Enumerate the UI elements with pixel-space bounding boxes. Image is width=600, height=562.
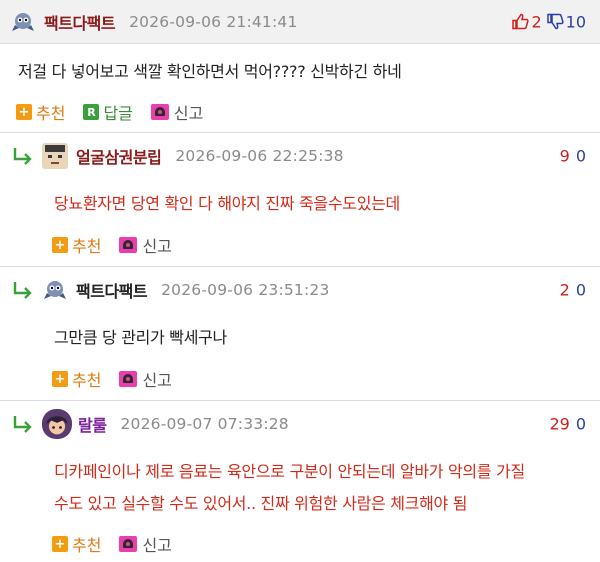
recommend-button[interactable]: + 추천 xyxy=(16,100,65,124)
siren-icon xyxy=(119,237,138,253)
report-button[interactable]: 신고 xyxy=(119,367,172,391)
recommend-button[interactable]: + 추천 xyxy=(52,367,101,391)
reply-header: 얼굴삼권분립 2026-09-06 22:25:38 9 0 xyxy=(0,138,600,174)
upvote-count: 9 xyxy=(559,146,570,166)
reply-date: 2026-09-06 22:25:38 xyxy=(175,147,344,165)
reply-button[interactable]: R 답글 xyxy=(83,100,133,124)
recommend-button[interactable]: + 추천 xyxy=(52,532,101,556)
siren-icon xyxy=(119,371,138,387)
reply-r-icon: R xyxy=(83,104,100,120)
reply-text: 당뇨환자면 당연 확인 다 해야지 진짜 죽을수도있는데 xyxy=(54,194,400,213)
comment-date: 2026-09-06 21:41:41 xyxy=(129,12,298,31)
reply-arrow-icon xyxy=(13,282,32,299)
plus-icon: + xyxy=(16,104,32,120)
reply-nickname[interactable]: 얼굴삼권분립 xyxy=(76,144,162,168)
downvote-count: 0 xyxy=(575,280,586,300)
comment-nickname[interactable]: 팩트다팩트 xyxy=(44,10,116,34)
pixel-avatar-icon[interactable] xyxy=(42,143,68,169)
report-button[interactable]: 신고 xyxy=(150,100,203,124)
reply-text-line-2: 수도 있고 실수할 수도 있어서.. 진짜 위험한 사람은 체크해야 됨 xyxy=(54,494,468,513)
reply-actions: + 추천 신고 xyxy=(52,233,190,257)
downvote-count: 10 xyxy=(565,12,586,31)
siren-icon xyxy=(119,536,138,552)
plus-icon: + xyxy=(52,371,68,387)
reply-date: 2026-09-06 23:51:23 xyxy=(161,281,330,299)
ghost-avatar-icon[interactable] xyxy=(42,277,68,303)
downvote-count: 0 xyxy=(575,414,586,434)
reply-nickname[interactable]: 랄룰 xyxy=(78,412,107,436)
reply-header: 랄룰 2026-09-07 07:33:28 29 0 xyxy=(0,406,600,442)
divider xyxy=(0,132,600,133)
reply-actions: + 추천 신고 xyxy=(52,532,190,556)
upvote-count: 2 xyxy=(531,12,542,31)
character-avatar-icon[interactable] xyxy=(42,409,72,439)
divider xyxy=(0,400,600,401)
vote-counts: 29 0 xyxy=(549,415,586,434)
recommend-button[interactable]: + 추천 xyxy=(52,233,101,257)
reply-arrow-icon xyxy=(13,148,32,165)
upvote-count: 29 xyxy=(549,414,570,434)
reply-actions: + 추천 신고 xyxy=(52,367,190,391)
vote-counts: 9 0 xyxy=(560,147,586,166)
divider xyxy=(0,266,600,267)
reply-text-line-1: 디카페인이나 제로 음료는 육안으로 구분이 안되는데 알바가 악의를 가질 xyxy=(54,462,525,481)
plus-icon: + xyxy=(52,536,68,552)
vote-counts: 2 0 xyxy=(560,281,586,300)
siren-icon xyxy=(150,104,169,120)
report-button[interactable]: 신고 xyxy=(119,532,172,556)
comment-text: 저걸 다 넣어보고 색깔 확인하면서 먹어???? 신박하긴 하네 xyxy=(18,62,402,81)
reply-header: 팩트다팩트 2026-09-06 23:51:23 2 0 xyxy=(0,272,600,308)
upvote-count: 2 xyxy=(559,280,570,300)
ghost-avatar-icon[interactable] xyxy=(10,9,36,35)
thumbs-down-icon[interactable] xyxy=(546,13,564,31)
reply-nickname[interactable]: 팩트다팩트 xyxy=(76,278,148,302)
comment-actions: + 추천 R 답글 신고 xyxy=(16,100,221,124)
reply-text: 그만큼 당 관리가 빡세구나 xyxy=(54,328,227,347)
thumbs-up-icon[interactable] xyxy=(511,13,530,31)
reply-date: 2026-09-07 07:33:28 xyxy=(120,415,289,433)
comment-header: 팩트다팩트 2026-09-06 21:41:41 2 10 xyxy=(0,0,600,44)
reply-arrow-icon xyxy=(13,416,32,433)
downvote-count: 0 xyxy=(575,146,586,166)
report-button[interactable]: 신고 xyxy=(119,233,172,257)
plus-icon: + xyxy=(52,237,68,253)
vote-counts: 2 10 xyxy=(511,12,586,31)
